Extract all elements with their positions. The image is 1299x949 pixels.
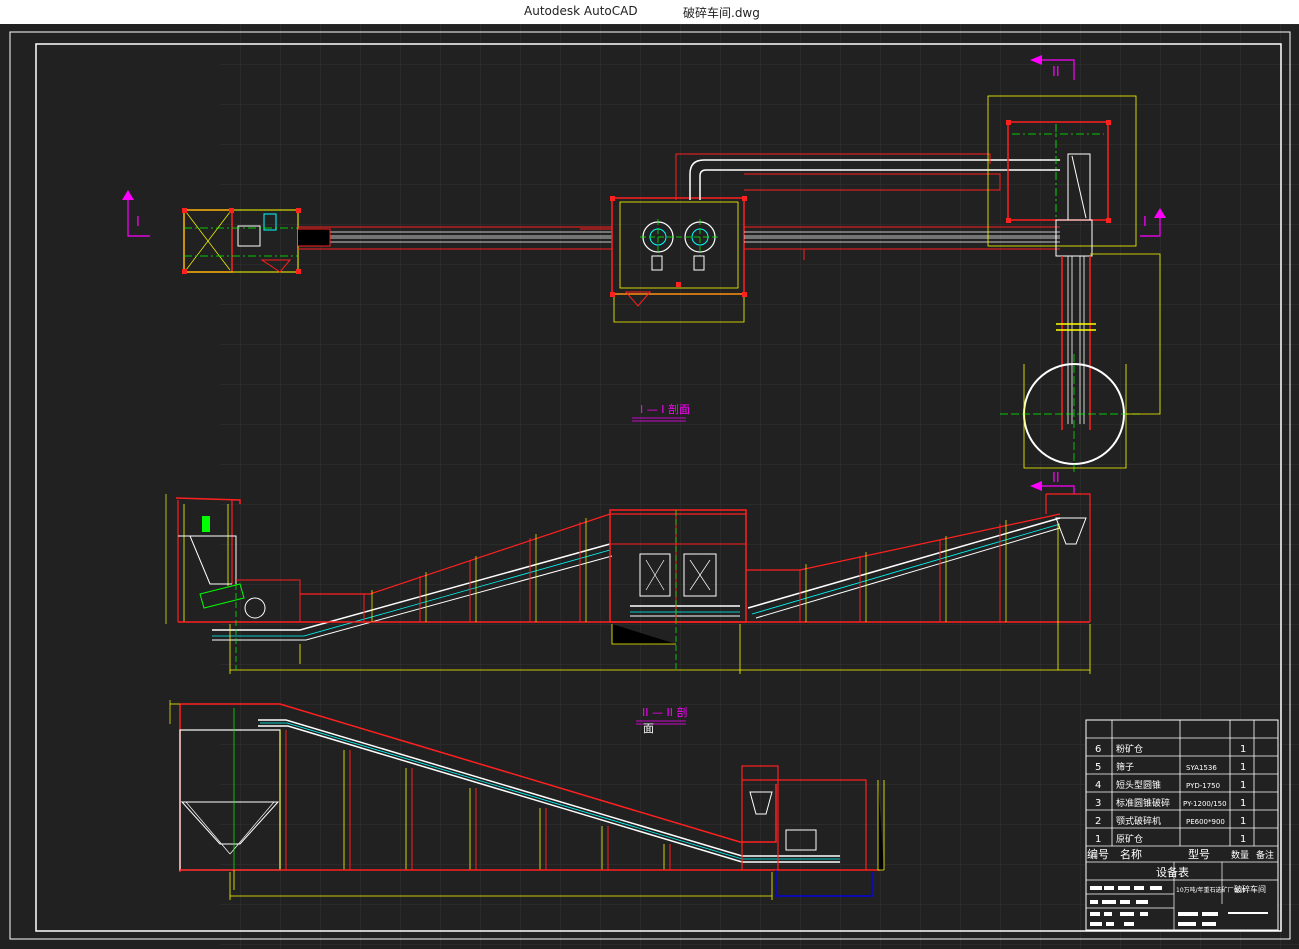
table-row-no: 1: [1095, 834, 1101, 845]
table-row-name: 颚式破碎机: [1116, 815, 1161, 827]
table-title: 设备表: [1156, 865, 1189, 879]
table-row-no: 6: [1095, 744, 1101, 755]
table-header-model: 型号: [1188, 847, 1210, 861]
table-row-no: 3: [1095, 798, 1101, 809]
table-header-name: 名称: [1120, 847, 1142, 861]
file-title: 破碎车间.dwg: [683, 6, 760, 20]
section-mark-ii-top: II: [1052, 65, 1060, 80]
table-row-name: 原矿仓: [1116, 833, 1143, 845]
section-1-title: I — I 剖面: [640, 402, 690, 416]
table-row-name: 筛子: [1116, 761, 1134, 773]
section-2-title-line2: 面: [643, 722, 654, 735]
cad-drawing[interactable]: I I II II I — I 剖面 II — II 剖 面 6 粉矿仓 1 5…: [0, 24, 1299, 949]
table-row-name: 粉矿仓: [1116, 743, 1143, 755]
table-row-name: 短头型圆锥: [1116, 779, 1161, 791]
section-mark-ii-bottom: II: [1052, 471, 1060, 486]
equipment-table: [1085, 719, 1279, 931]
table-row-model: SYA1536: [1186, 764, 1217, 772]
drawing-canvas[interactable]: I I II II I — I 剖面 II — II 剖 面 6 粉矿仓 1 5…: [0, 24, 1299, 949]
app-title: Autodesk AutoCAD: [524, 4, 638, 18]
section-mark-i-right: I: [1143, 215, 1147, 230]
section-2-title-line1: II — II 剖: [642, 705, 687, 719]
window-titlebar: Autodesk AutoCAD 破碎车间.dwg: [0, 0, 1299, 25]
title-block-sheet: 破碎车间: [1234, 884, 1266, 894]
table-row-qty: 1: [1240, 798, 1246, 809]
table-row-no: 4: [1095, 780, 1101, 791]
table-header-qty: 数量: [1231, 849, 1249, 861]
section-mark-i-left: I: [136, 215, 140, 230]
table-row-qty: 1: [1240, 744, 1246, 755]
table-row-qty: 1: [1240, 780, 1246, 791]
table-row-no: 2: [1095, 816, 1101, 827]
table-row-no: 5: [1095, 762, 1101, 773]
table-row-qty: 1: [1240, 816, 1246, 827]
table-row-model: PYD-1750: [1186, 782, 1220, 790]
table-header-remark: 备注: [1256, 849, 1274, 861]
table-row-model: PE600*900: [1186, 818, 1225, 826]
table-row-qty: 1: [1240, 762, 1246, 773]
table-header-no: 编号: [1087, 847, 1109, 861]
table-row-name: 标准圆锥破碎: [1116, 797, 1170, 809]
table-row-model: PY-1200/150: [1183, 800, 1227, 808]
table-row-qty: 1: [1240, 834, 1246, 845]
